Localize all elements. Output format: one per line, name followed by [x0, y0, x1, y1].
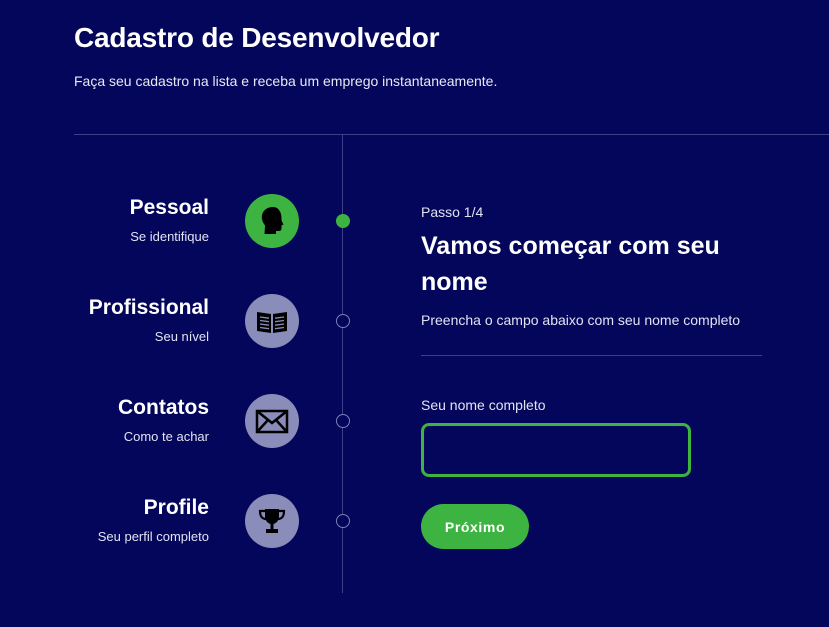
form-description: Preencha o campo abaixo com seu nome com…: [421, 312, 741, 328]
step-name: Pessoal: [129, 196, 209, 219]
timeline-dot: [336, 514, 350, 528]
page-title: Cadastro de Desenvolvedor: [74, 22, 440, 53]
step-name: Profile: [143, 496, 209, 519]
step-icon-badge[interactable]: [245, 494, 299, 548]
step-description: Seu perfil completo: [97, 529, 209, 544]
step-description: Se identifique: [130, 229, 209, 244]
envelope-icon: [255, 409, 289, 434]
head-profile-icon: [261, 207, 284, 234]
step-pessoal[interactable]: Pessoal Se identifique: [0, 194, 360, 254]
trophy-icon: [258, 509, 286, 533]
step-counter: Passo 1/4: [421, 204, 484, 220]
step-name: Profissional: [88, 296, 209, 319]
step-name: Contatos: [118, 396, 209, 419]
book-icon: [257, 312, 287, 333]
name-field-label: Seu nome completo: [421, 397, 546, 413]
registration-page: Cadastro de Desenvolvedor Faça seu cadas…: [0, 0, 829, 627]
step-description: Como te achar: [123, 429, 209, 444]
step-icon-badge[interactable]: [245, 194, 299, 248]
timeline-dot: [336, 414, 350, 428]
next-button[interactable]: Próximo: [421, 504, 529, 549]
page-subtitle: Faça seu cadastro na lista e receba um e…: [74, 73, 498, 89]
header-divider: [74, 134, 829, 135]
step-profile[interactable]: Profile Seu perfil completo: [0, 494, 360, 554]
step-profissional[interactable]: Profissional Seu nível: [0, 294, 360, 354]
timeline-dot: [336, 314, 350, 328]
full-name-input[interactable]: [421, 423, 691, 477]
timeline-dot: [336, 214, 350, 228]
step-icon-badge[interactable]: [245, 394, 299, 448]
form-heading: Vamos começar com seu nome: [421, 232, 720, 296]
step-icon-badge[interactable]: [245, 294, 299, 348]
form-divider: [421, 355, 762, 356]
step-description: Seu nível: [154, 329, 209, 344]
step-contatos[interactable]: Contatos Como te achar: [0, 394, 360, 454]
